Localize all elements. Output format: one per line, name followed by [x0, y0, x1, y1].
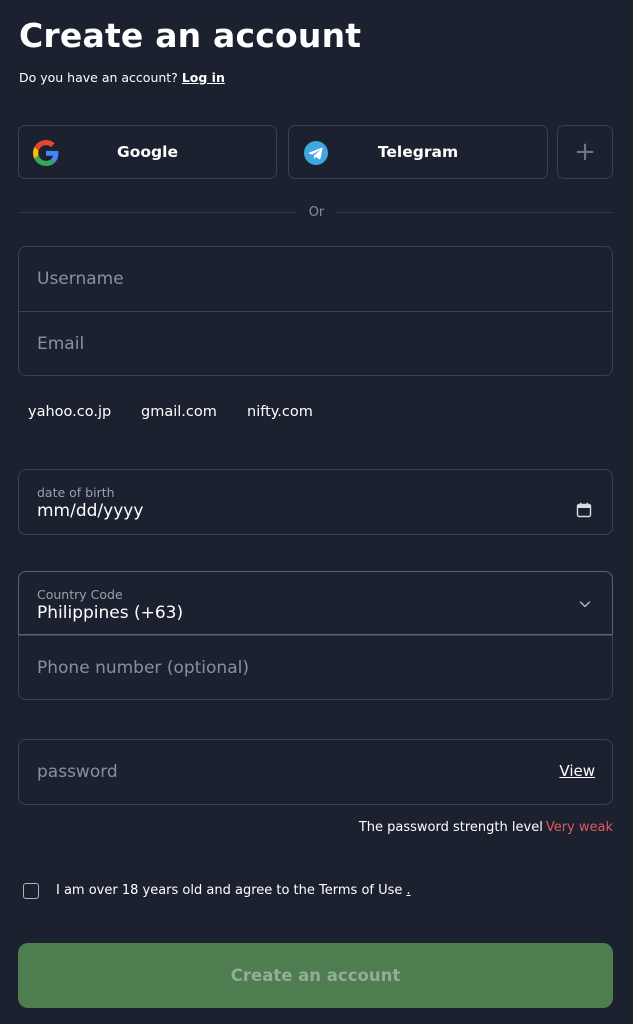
- strength-label: The password strength level: [358, 820, 543, 835]
- phone-group: Country Code Philippines (+63) Phone num…: [18, 571, 613, 700]
- chevron-down-icon: [579, 601, 591, 608]
- google-signin-button[interactable]: Google: [18, 125, 277, 179]
- divider-left: [19, 212, 297, 213]
- google-label: Google: [117, 143, 178, 161]
- terms-text: I am over 18 years old and agree to the …: [56, 883, 403, 898]
- terms-link[interactable]: .: [406, 883, 410, 898]
- date-of-birth-input[interactable]: date of birth mm/dd/yyyy: [18, 469, 613, 535]
- email-domain-suggestion[interactable]: gmail.com: [141, 404, 217, 420]
- country-code-select[interactable]: Country Code Philippines (+63): [18, 571, 613, 635]
- country-code-value: Philippines (+63): [37, 603, 184, 623]
- username-input[interactable]: Username: [19, 247, 612, 311]
- password-strength: The password strength level Very weak: [359, 820, 613, 835]
- phone-placeholder: Phone number (optional): [37, 658, 249, 678]
- strength-value: Very weak: [545, 820, 613, 835]
- login-prompt-text: Do you have an account?: [19, 70, 178, 85]
- page-title: Create an account: [19, 16, 362, 55]
- password-input[interactable]: password View: [18, 739, 613, 805]
- phone-number-input[interactable]: Phone number (optional): [19, 635, 612, 699]
- terms-text-line: I am over 18 years old and agree to the …: [56, 883, 411, 898]
- divider-or-text: Or: [308, 205, 325, 220]
- credentials-group: Username Email: [18, 246, 613, 376]
- dob-label: date of birth: [37, 485, 115, 500]
- country-code-label: Country Code: [37, 587, 123, 602]
- google-icon: [33, 140, 59, 166]
- dob-value: mm/dd/yyyy: [37, 501, 144, 521]
- terms-checkbox[interactable]: [23, 883, 39, 899]
- email-placeholder: Email: [37, 334, 85, 354]
- email-domain-suggestion[interactable]: nifty.com: [247, 404, 313, 420]
- email-input[interactable]: Email: [19, 311, 612, 375]
- password-placeholder: password: [37, 762, 118, 782]
- divider-right: [336, 212, 613, 213]
- telegram-label: Telegram: [377, 143, 459, 161]
- username-placeholder: Username: [37, 269, 124, 289]
- login-prompt: Do you have an account? Log in: [19, 70, 225, 85]
- telegram-icon: [304, 141, 328, 165]
- login-link[interactable]: Log in: [182, 70, 225, 85]
- calendar-icon[interactable]: [576, 502, 592, 518]
- signup-page: Create an account Do you have an account…: [0, 0, 633, 1024]
- email-domain-suggestion[interactable]: yahoo.co.jp: [28, 404, 111, 420]
- more-signin-options-button[interactable]: +: [557, 125, 613, 179]
- create-account-button[interactable]: Create an account: [18, 943, 613, 1008]
- view-password-button[interactable]: View: [559, 762, 595, 780]
- plus-icon: +: [574, 137, 596, 167]
- telegram-signin-button[interactable]: Telegram: [288, 125, 548, 179]
